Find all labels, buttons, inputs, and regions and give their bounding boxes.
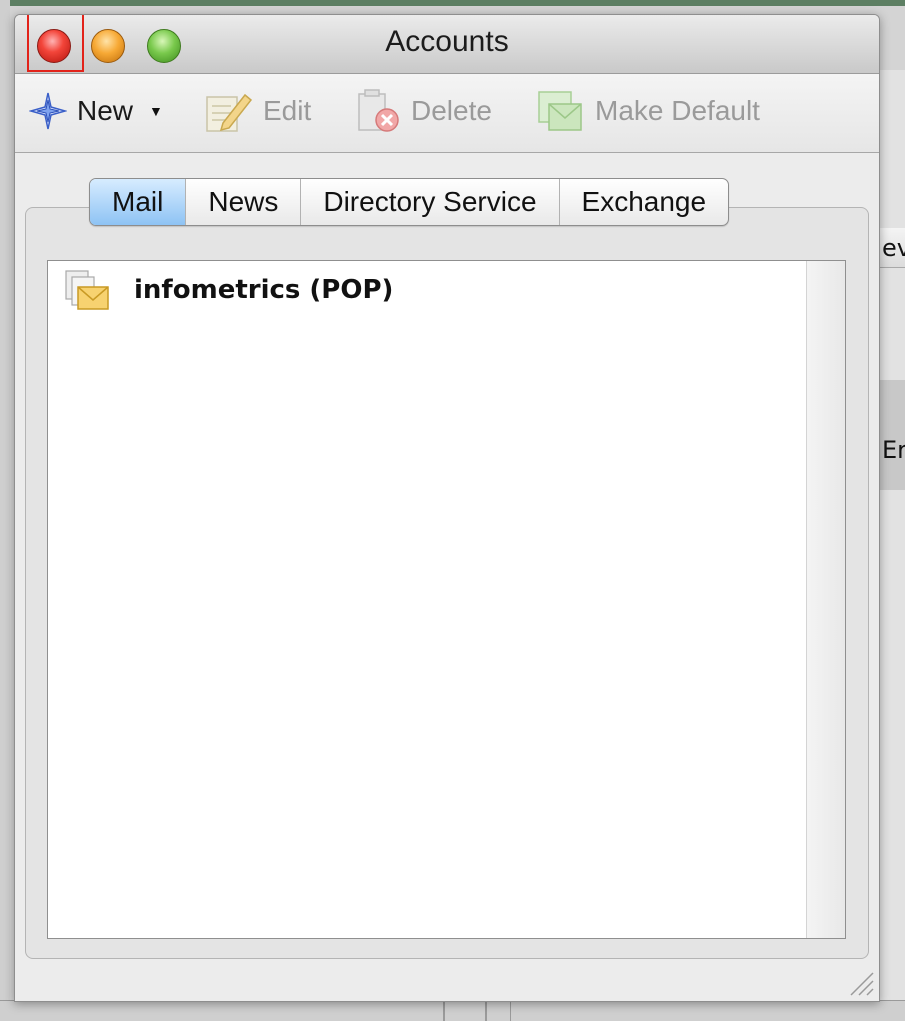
list-item[interactable]: infometrics (POP) [62,269,393,311]
delete-icon [358,89,399,132]
edit-label: Edit [263,95,312,126]
resize-grip-icon[interactable] [845,967,875,997]
background-right-panel [878,70,905,1020]
tab-exchange[interactable]: Exchange [560,179,729,225]
background-selected-row[interactable]: Er [880,380,905,490]
new-dropdown-arrow-icon[interactable]: ▼ [149,103,163,119]
make-default-label: Make Default [595,95,760,126]
tab-news[interactable]: News [186,179,302,225]
tab-mail[interactable]: Mail [90,179,187,225]
new-button[interactable]: New ▼ [29,88,163,134]
make-default-button[interactable]: Make Default [535,88,760,134]
edit-icon [206,93,253,132]
accounts-list[interactable]: infometrics (POP) [47,260,846,939]
new-star-icon [29,92,67,130]
toolbar: New ▼ Edit Delete Make Default [15,74,879,153]
delete-label: Delete [411,95,492,126]
edit-button[interactable]: Edit [203,88,311,134]
divider [443,1001,445,1021]
account-type-tabs: Mail News Directory Service Exchange [89,178,730,226]
window-title: Accounts [385,25,509,58]
account-name: infometrics (POP) [134,275,394,305]
divider [485,1001,487,1021]
background-title-strip [0,0,905,6]
new-label: New [77,95,134,126]
accounts-window: Accounts New ▼ Edit Delete Make Default … [14,14,880,1002]
list-scrollbar[interactable] [806,261,845,938]
background-left-edge [0,0,10,1020]
tab-directory-service[interactable]: Directory Service [301,179,560,225]
divider [510,1001,511,1021]
background-column-header[interactable]: ev [880,228,905,268]
title-bar[interactable]: Accounts [15,15,879,74]
delete-button[interactable]: Delete [353,88,492,134]
background-bottom-bar [0,1000,905,1021]
mail-account-icon [65,270,109,310]
make-default-icon [538,91,582,131]
